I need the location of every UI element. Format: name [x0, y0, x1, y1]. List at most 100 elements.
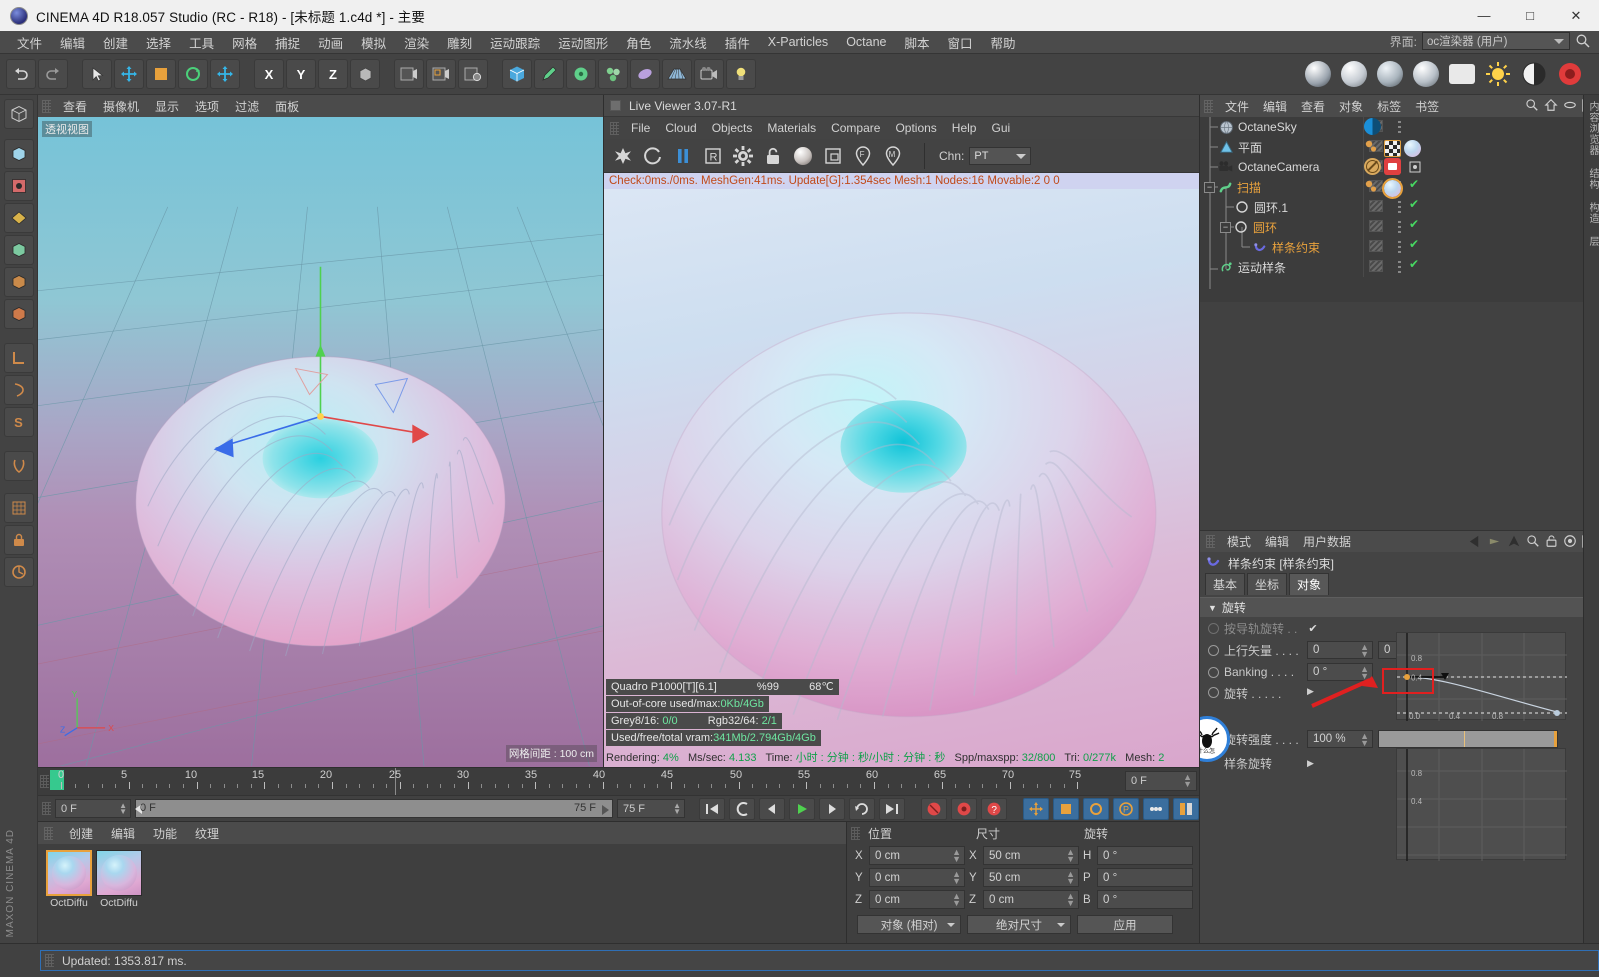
- lv-menu-file[interactable]: File: [624, 119, 657, 137]
- move-axis-icon[interactable]: [210, 59, 240, 89]
- menu-item-window[interactable]: 窗口: [939, 31, 982, 54]
- size-z-field[interactable]: 0 cm ▲ ▼: [983, 890, 1079, 909]
- step-forward-button[interactable]: [819, 797, 845, 820]
- am-menu-userdata[interactable]: 用户数据: [1296, 531, 1358, 552]
- search-icon[interactable]: [1525, 98, 1539, 112]
- restart-icon[interactable]: [640, 143, 666, 169]
- search-icon[interactable]: [1526, 534, 1540, 548]
- spline-rotation-svg[interactable]: 0.8 0.4: [1397, 749, 1567, 861]
- dots-icon[interactable]: [1398, 241, 1401, 253]
- om-menu-bookmarks[interactable]: 书签: [1408, 96, 1446, 117]
- render-settings-icon[interactable]: [458, 59, 488, 89]
- material-pick-pin-icon[interactable]: M: [880, 143, 906, 169]
- dots-icon[interactable]: [1398, 121, 1401, 133]
- object-dots[interactable]: [1391, 117, 1409, 137]
- texture-axis-icon[interactable]: [3, 343, 34, 373]
- viewport-menu-view[interactable]: 查看: [56, 96, 94, 117]
- settings-gear-icon[interactable]: [730, 143, 756, 169]
- x-axis-icon[interactable]: X: [254, 59, 284, 89]
- target-icon[interactable]: [1563, 534, 1577, 548]
- menu-item-tools[interactable]: 工具: [180, 31, 223, 54]
- deformer-icon[interactable]: [630, 59, 660, 89]
- menu-item-xparticles[interactable]: X-Particles: [759, 33, 837, 51]
- y-axis-icon[interactable]: Y: [286, 59, 316, 89]
- visibility-hatch-icon[interactable]: [1369, 260, 1383, 272]
- object-row-octanesky[interactable]: OctaneSky: [1200, 117, 1599, 137]
- panel-grip-icon[interactable]: [1204, 99, 1213, 113]
- menu-item-help[interactable]: 帮助: [982, 31, 1025, 54]
- object-enable-check[interactable]: ✔: [1409, 197, 1427, 217]
- floor-grid-icon[interactable]: [662, 59, 692, 89]
- current-frame-field[interactable]: 0 F ▲ ▼: [1125, 771, 1197, 791]
- position-z-field[interactable]: 0 cm ▲ ▼: [869, 890, 965, 909]
- lv-menu-cloud[interactable]: Cloud: [658, 119, 703, 137]
- menu-item-file[interactable]: 文件: [8, 31, 51, 54]
- menu-item-simulate[interactable]: 模拟: [352, 31, 395, 54]
- mat-menu-function[interactable]: 功能: [145, 823, 185, 844]
- start-frame-field[interactable]: 0 F ▲ ▼: [55, 799, 131, 818]
- move-tool-icon[interactable]: [114, 59, 144, 89]
- coord-apply-button[interactable]: 应用: [1077, 915, 1173, 934]
- twirl-toggle[interactable]: −: [1204, 181, 1215, 193]
- quantize-icon[interactable]: [3, 557, 34, 587]
- object-row-octanecamera[interactable]: OctaneCamera: [1200, 157, 1599, 177]
- point-mode-icon[interactable]: [3, 235, 34, 265]
- oct-contrast-icon[interactable]: [1519, 59, 1549, 89]
- object-row-spline-wrap[interactable]: 样条约束 ✔: [1200, 237, 1599, 257]
- spinner-icon[interactable]: ▲▼: [952, 848, 961, 864]
- spinner-icon[interactable]: ▲▼: [1183, 773, 1192, 789]
- object-enable[interactable]: [1409, 117, 1427, 137]
- property-radio-icon[interactable]: [1208, 666, 1219, 678]
- visibility-hatch-icon[interactable]: [1369, 240, 1383, 252]
- chn-dropdown[interactable]: PT: [969, 146, 1032, 165]
- menu-item-render[interactable]: 渲染: [395, 31, 438, 54]
- viewport-menu-display[interactable]: 显示: [148, 96, 186, 117]
- object-enable-check[interactable]: ✔: [1409, 217, 1427, 237]
- material-ball-icon[interactable]: [790, 143, 816, 169]
- axis-gizmo[interactable]: [38, 117, 603, 766]
- spinner-icon[interactable]: ▲▼: [952, 870, 961, 886]
- spline-rotation-graph[interactable]: 0.8 0.4: [1396, 748, 1567, 861]
- tab-coord[interactable]: 坐标: [1247, 573, 1288, 595]
- object-visibility-dots[interactable]: [1363, 237, 1391, 257]
- play-button[interactable]: [789, 797, 815, 820]
- position-key-button[interactable]: [1023, 797, 1049, 820]
- oct-rect-icon[interactable]: [1447, 59, 1477, 89]
- object-row-circle-1[interactable]: 圆环.1 ✔: [1200, 197, 1599, 217]
- target-icon[interactable]: [1409, 161, 1421, 173]
- am-menu-edit[interactable]: 编辑: [1258, 531, 1296, 552]
- spinner-icon[interactable]: ▲▼: [1360, 732, 1369, 748]
- octane-obj-tag-icon[interactable]: [1364, 138, 1381, 158]
- object-visibility-dots[interactable]: [1363, 257, 1391, 277]
- no-tag-icon[interactable]: [1364, 158, 1381, 175]
- range-right-handle[interactable]: [602, 805, 609, 815]
- viewport-canvas[interactable]: Y X Z 透视视图 网格间距 : 100 cm: [38, 117, 603, 767]
- render-view-icon[interactable]: [394, 59, 424, 89]
- octane-env-tag-icon[interactable]: [1364, 118, 1381, 135]
- visibility-hatch-icon[interactable]: [1369, 200, 1383, 212]
- property-radio-icon[interactable]: [1208, 622, 1219, 634]
- coord-mode-object-dropdown[interactable]: 对象 (相对): [857, 915, 961, 934]
- keyframe-selection-button[interactable]: ?: [981, 797, 1007, 820]
- oct-sphere-4-icon[interactable]: [1411, 59, 1441, 89]
- slider-knob[interactable]: [1554, 731, 1557, 747]
- pause-icon[interactable]: [670, 143, 696, 169]
- redo-icon[interactable]: [38, 59, 68, 89]
- property-radio-icon[interactable]: [1208, 644, 1219, 656]
- twirl-toggle[interactable]: −: [1220, 221, 1231, 233]
- om-menu-tags[interactable]: 标签: [1370, 96, 1408, 117]
- z-axis-icon[interactable]: Z: [318, 59, 348, 89]
- rotation-strength-field[interactable]: 100 % ▲ ▼: [1307, 730, 1373, 748]
- maximize-button[interactable]: □: [1507, 0, 1553, 31]
- step-back-button[interactable]: [759, 797, 785, 820]
- menu-item-animate[interactable]: 动画: [309, 31, 352, 54]
- up-vector-x-field[interactable]: 0 ▲ ▼: [1307, 641, 1373, 659]
- menu-item-plugins[interactable]: 插件: [716, 31, 759, 54]
- lv-menu-options[interactable]: Options: [888, 119, 943, 137]
- tab-basic[interactable]: 基本: [1205, 573, 1246, 595]
- object-dots[interactable]: [1391, 257, 1409, 277]
- mat-menu-texture[interactable]: 纹理: [187, 823, 227, 844]
- oct-record-icon[interactable]: [1555, 59, 1585, 89]
- soft-select-icon[interactable]: S: [3, 407, 34, 437]
- scale-tool-icon[interactable]: [146, 59, 176, 89]
